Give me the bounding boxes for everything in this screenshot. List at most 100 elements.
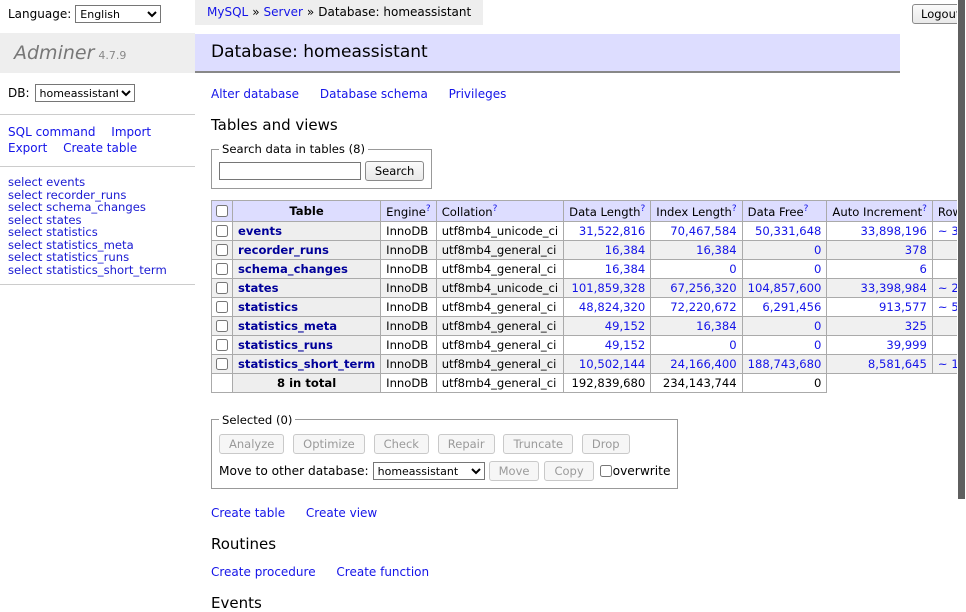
help-icon[interactable]: ? (426, 204, 431, 214)
sidebar-item-select-statistics-runs[interactable]: select statistics_runs (8, 251, 187, 264)
vertical-scrollbar-track[interactable] (957, 0, 966, 543)
optimize-button[interactable]: Optimize (293, 434, 365, 454)
sidebar-item-select-schema-changes[interactable]: select schema_changes (8, 201, 187, 214)
breadcrumb-link-server[interactable]: Server (264, 5, 303, 19)
row-checkbox[interactable] (216, 282, 228, 294)
index-length-link[interactable]: 72,220,672 (670, 300, 736, 314)
table-link[interactable]: recorder_runs (238, 243, 329, 257)
data-length-link[interactable]: 48,824,320 (579, 300, 645, 314)
app-logo: Adminer4.7.9 (0, 33, 195, 73)
analyze-button[interactable]: Analyze (219, 434, 284, 454)
sidebar-link-export[interactable]: Export (8, 141, 47, 155)
check-button[interactable]: Check (374, 434, 429, 454)
data-length-link[interactable]: 49,152 (605, 319, 646, 333)
create-procedure-link[interactable]: Create procedure (211, 565, 316, 579)
row-checkbox[interactable] (216, 358, 228, 370)
vertical-scrollbar-thumb[interactable] (958, 0, 965, 499)
total-engine: InnoDB (381, 373, 437, 392)
data-length-link[interactable]: 16,384 (605, 243, 646, 257)
truncate-button[interactable]: Truncate (503, 434, 573, 454)
data-free-link[interactable]: 0 (814, 338, 821, 352)
engine-cell: InnoDB (381, 221, 437, 240)
row-checkbox[interactable] (216, 244, 228, 256)
data-length-link[interactable]: 16,384 (605, 262, 646, 276)
data-free-link[interactable]: 6,291,456 (762, 300, 821, 314)
drop-button[interactable]: Drop (582, 434, 630, 454)
data-free-link[interactable]: 188,743,680 (748, 357, 822, 371)
search-legend: Search data in tables (8) (219, 142, 368, 156)
index-length-link[interactable]: 70,467,584 (670, 224, 736, 238)
row-checkbox[interactable] (216, 320, 228, 332)
move-database-select[interactable]: homeassistant (373, 462, 485, 480)
column-header-auto-increment: Auto Increment? (827, 201, 933, 222)
alter-database-link[interactable]: Alter database (211, 87, 299, 101)
table-link[interactable]: statistics_short_term (238, 357, 375, 371)
language-select[interactable]: English (75, 5, 161, 23)
row-checkbox[interactable] (216, 301, 228, 313)
index-length-link[interactable]: 0 (729, 262, 736, 276)
repair-button[interactable]: Repair (438, 434, 495, 454)
table-link[interactable]: statistics (238, 300, 298, 314)
sidebar-item-select-statistics-short-term[interactable]: select statistics_short_term (8, 264, 187, 277)
data-free-link[interactable]: 0 (814, 262, 821, 276)
index-length-link[interactable]: 0 (729, 338, 736, 352)
table-link[interactable]: statistics_meta (238, 319, 337, 333)
help-icon[interactable]: ? (493, 204, 498, 214)
data-length-link[interactable]: 10,502,144 (579, 357, 645, 371)
total-collation: utf8mb4_general_ci (436, 373, 563, 392)
data-length-link[interactable]: 31,522,816 (579, 224, 645, 238)
table-link[interactable]: schema_changes (238, 262, 348, 276)
data-free-link[interactable]: 50,331,648 (755, 224, 821, 238)
data-length-link[interactable]: 49,152 (605, 338, 646, 352)
sidebar-link-import[interactable]: Import (111, 125, 151, 139)
sidebar-item-select-events[interactable]: select events (8, 176, 187, 189)
auto-increment-link[interactable]: 6 (920, 262, 927, 276)
auto-increment-link[interactable]: 39,999 (886, 338, 927, 352)
create-view-link[interactable]: Create view (306, 506, 377, 520)
help-icon[interactable]: ? (732, 204, 737, 214)
row-checkbox[interactable] (216, 225, 228, 237)
help-icon[interactable]: ? (922, 204, 927, 214)
create-table-link[interactable]: Create table (211, 506, 285, 520)
sidebar-table-list: select events select recorder_runs selec… (0, 167, 195, 285)
auto-increment-link[interactable]: 378 (905, 243, 927, 257)
data-free-link[interactable]: 0 (814, 319, 821, 333)
sidebar-link-create-table[interactable]: Create table (63, 141, 137, 155)
index-length-link[interactable]: 16,384 (696, 243, 737, 257)
row-checkbox[interactable] (216, 263, 228, 275)
breadcrumb-current: Database: homeassistant (318, 5, 471, 19)
move-to-database-label: Move to other database: (219, 464, 369, 478)
auto-increment-link[interactable]: 33,898,196 (861, 224, 927, 238)
row-checkbox[interactable] (216, 339, 228, 351)
table-link[interactable]: events (238, 224, 282, 238)
selected-legend: Selected (0) (219, 413, 295, 427)
help-icon[interactable]: ? (804, 204, 809, 214)
overwrite-checkbox[interactable] (600, 465, 612, 477)
auto-increment-link[interactable]: 8,581,645 (868, 357, 927, 371)
privileges-link[interactable]: Privileges (449, 87, 507, 101)
database-schema-link[interactable]: Database schema (320, 87, 428, 101)
index-length-link[interactable]: 67,256,320 (670, 281, 736, 295)
search-button[interactable]: Search (365, 161, 425, 181)
index-length-link[interactable]: 24,166,400 (670, 357, 736, 371)
sidebar-item-select-statistics[interactable]: select statistics (8, 226, 187, 239)
table-link[interactable]: states (238, 281, 279, 295)
create-function-link[interactable]: Create function (336, 565, 429, 579)
auto-increment-link[interactable]: 33,398,984 (861, 281, 927, 295)
move-button[interactable]: Move (489, 461, 540, 481)
language-form: Language:English (0, 0, 195, 23)
auto-increment-link[interactable]: 913,577 (879, 300, 927, 314)
auto-increment-link[interactable]: 325 (905, 319, 927, 333)
search-input[interactable] (219, 162, 361, 180)
sidebar-link-sql-command[interactable]: SQL command (8, 125, 95, 139)
index-length-link[interactable]: 16,384 (696, 319, 737, 333)
data-free-link[interactable]: 0 (814, 243, 821, 257)
help-icon[interactable]: ? (641, 204, 646, 214)
table-link[interactable]: statistics_runs (238, 338, 333, 352)
db-select[interactable]: homeassistant (35, 84, 135, 102)
data-length-link[interactable]: 101,859,328 (572, 281, 646, 295)
data-free-link[interactable]: 104,857,600 (748, 281, 822, 295)
breadcrumb-link-mysql[interactable]: MySQL (207, 5, 248, 19)
select-all-checkbox[interactable] (216, 205, 228, 217)
copy-button[interactable]: Copy (544, 461, 593, 481)
